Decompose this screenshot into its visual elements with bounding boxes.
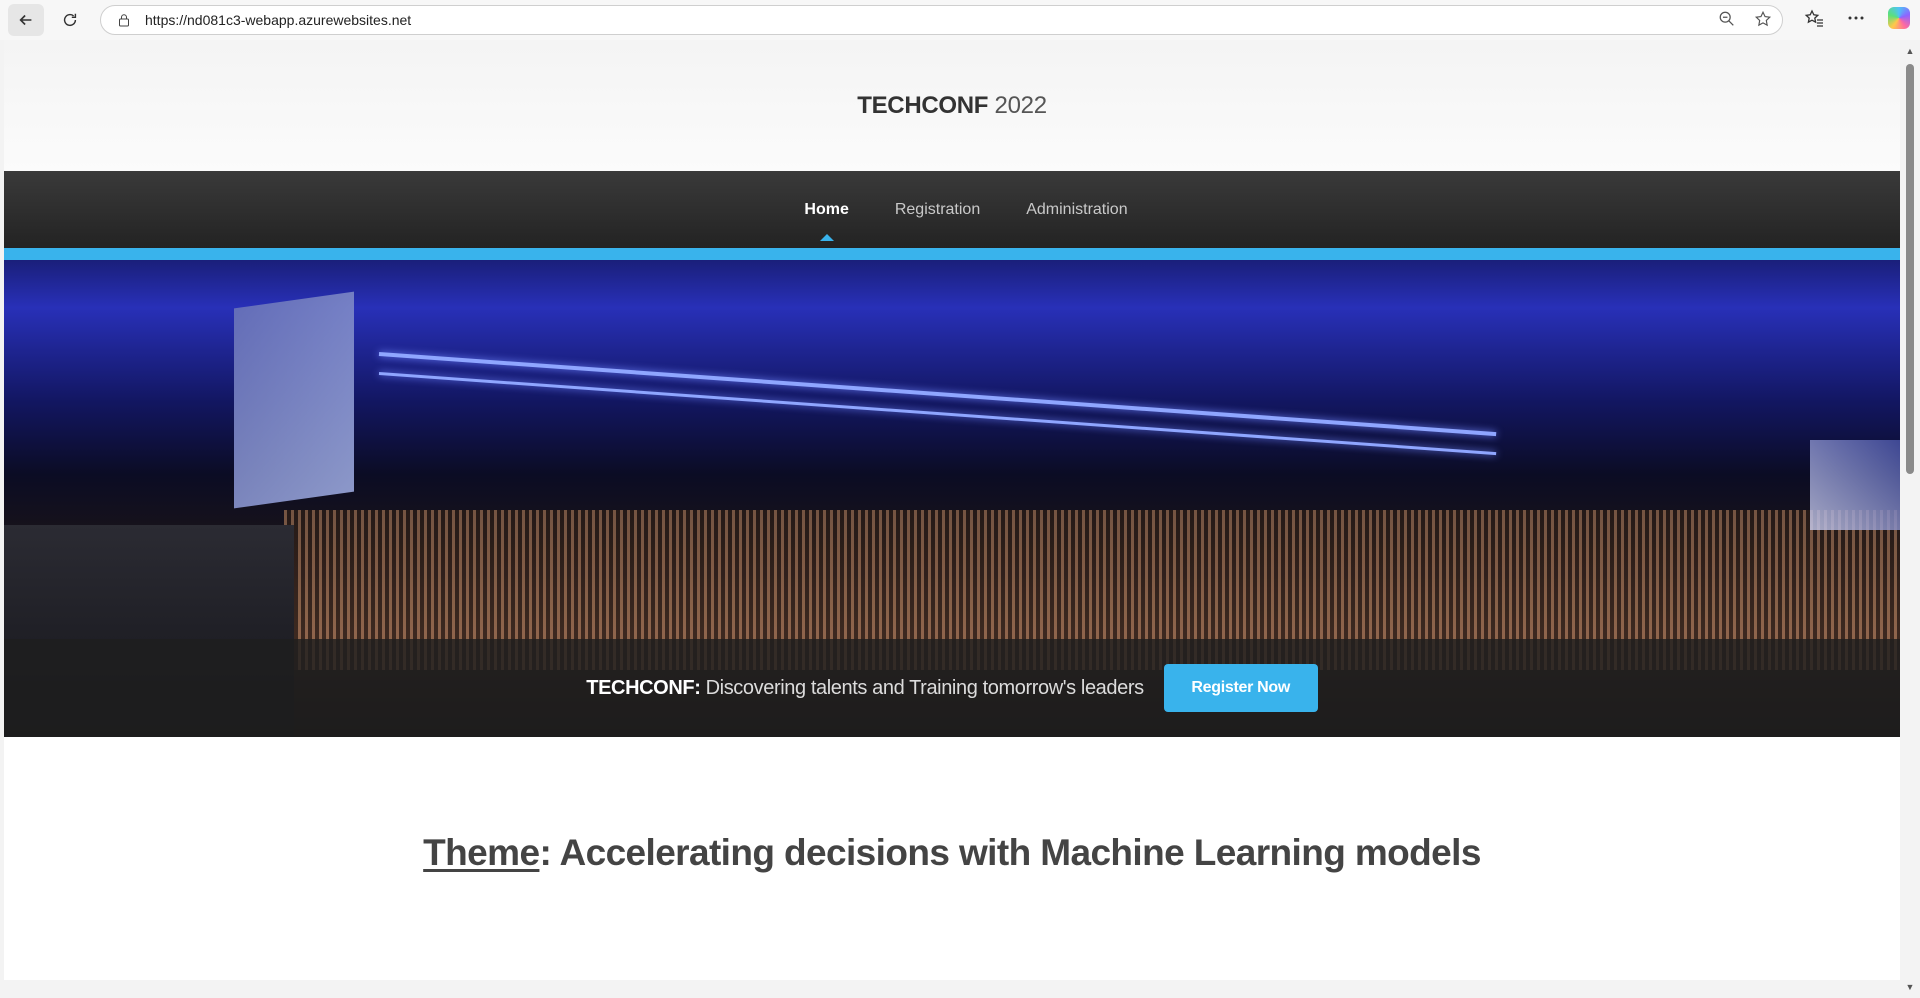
address-bar[interactable]: https://nd081c3-webapp.azurewebsites.net (100, 5, 1783, 35)
page-viewport: TECHCONF 2022 Home Registration Administ… (4, 40, 1900, 998)
register-now-button[interactable]: Register Now (1163, 664, 1318, 712)
nav-registration[interactable]: Registration (895, 201, 980, 219)
tagline-brand: TECHCONF: (586, 676, 701, 699)
brand-year: 2022 (994, 91, 1048, 119)
theme-text: : Accelerating decisions with Machine Le… (539, 832, 1481, 873)
copilot-icon[interactable] (1888, 7, 1910, 29)
scroll-up-icon[interactable]: ▲ (1905, 46, 1915, 56)
site-header: TECHCONF 2022 (4, 40, 1900, 171)
nav-accent-bar (4, 248, 1900, 260)
zoom-out-icon[interactable] (1718, 10, 1736, 28)
nav-administration[interactable]: Administration (1026, 201, 1127, 219)
site-brand[interactable]: TECHCONF 2022 (857, 92, 1047, 120)
hero-stage-screen (234, 291, 354, 509)
back-button[interactable] (8, 4, 44, 36)
url-text: https://nd081c3-webapp.azurewebsites.net (145, 12, 412, 28)
page-scrollbar[interactable]: ▲ ▼ (1900, 40, 1920, 998)
hero-side-panel (1810, 440, 1900, 530)
theme-heading: Theme: Accelerating decisions with Machi… (4, 832, 1900, 874)
hero-light-beam (378, 352, 1497, 437)
hero-cta-band: TECHCONF: Discovering talents and Traini… (4, 639, 1900, 737)
hero-light-beam (378, 372, 1497, 456)
brand-name: TECHCONF (857, 91, 989, 119)
arrow-left-icon (19, 14, 32, 26)
hero-banner-image: TECHCONF: Discovering talents and Traini… (4, 260, 1900, 737)
browser-toolbar: https://nd081c3-webapp.azurewebsites.net (0, 0, 1920, 40)
favorite-star-icon[interactable] (1754, 10, 1772, 28)
theme-label: Theme (423, 832, 540, 873)
main-navbar: Home Registration Administration (4, 171, 1900, 248)
lock-icon (119, 14, 129, 27)
more-options-icon[interactable] (1846, 8, 1866, 28)
hero-tagline: TECHCONF: Discovering talents and Traini… (586, 676, 1144, 700)
refresh-icon (63, 13, 77, 27)
nav-home[interactable]: Home (804, 201, 849, 241)
scrollbar-thumb[interactable] (1906, 64, 1914, 474)
favorites-icon[interactable] (1804, 8, 1824, 28)
page-footer-strip (4, 980, 1900, 998)
tagline-text: Discovering talents and Training tomorro… (700, 676, 1144, 699)
scroll-down-icon[interactable]: ▼ (1905, 982, 1915, 992)
refresh-button[interactable] (52, 4, 88, 36)
